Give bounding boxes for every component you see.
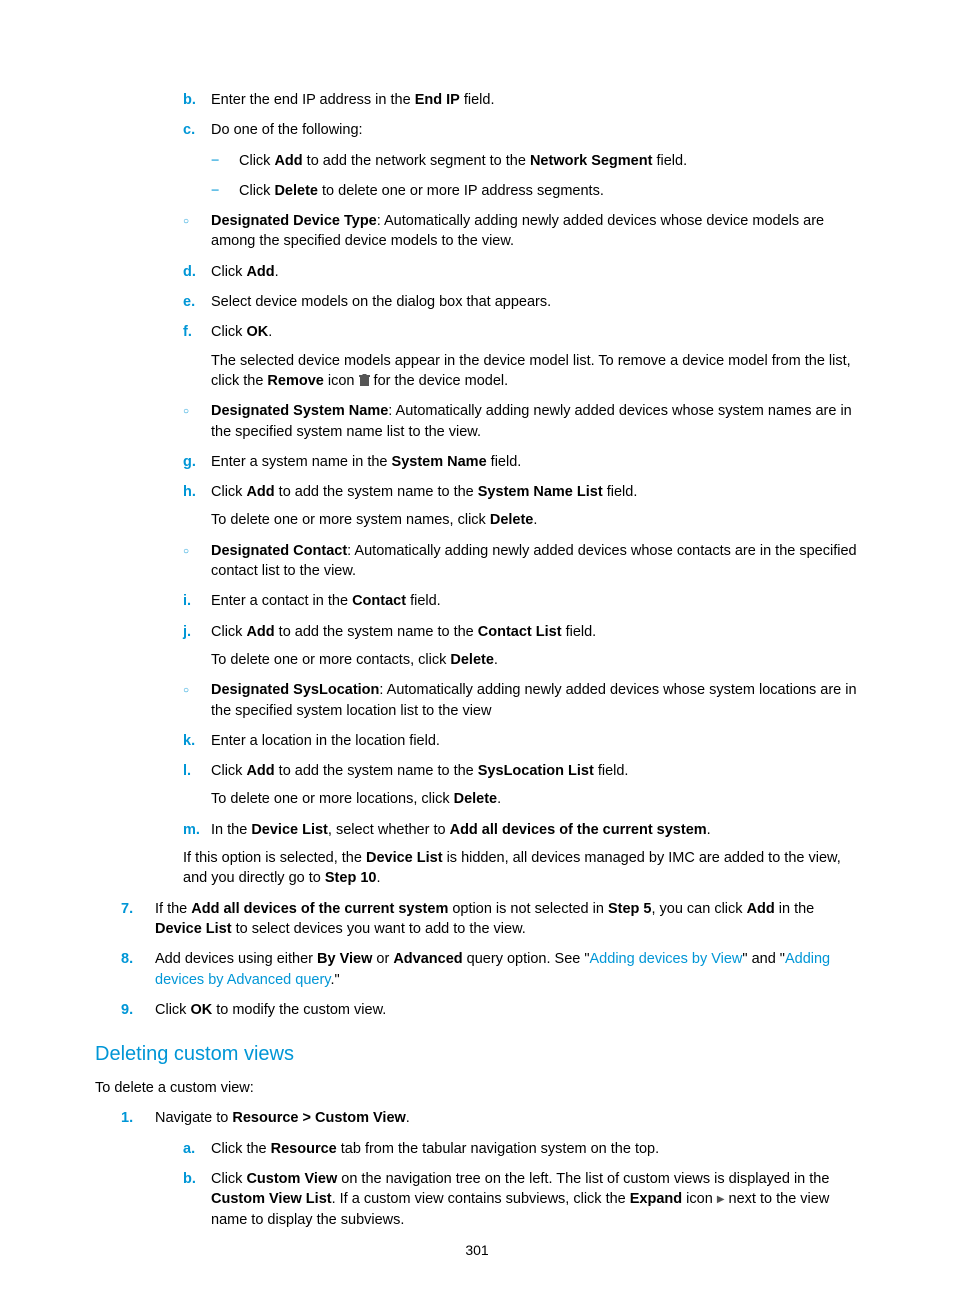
step-g: g. Enter a system name in the System Nam…	[183, 452, 859, 472]
step-f: f. Click OK. The selected device models …	[183, 322, 859, 391]
marker-g: g.	[183, 452, 211, 472]
marker-m: m.	[183, 820, 211, 840]
marker-l: l.	[183, 761, 211, 810]
marker-a: a.	[183, 1139, 211, 1159]
circle-icon: ○	[183, 401, 211, 442]
marker-dash: −	[211, 181, 239, 201]
step-c: c. Do one of the following:	[183, 120, 859, 140]
marker-b: b.	[183, 1169, 211, 1230]
text-b: Enter the end IP address in the End IP f…	[211, 90, 859, 110]
heading-deleting-custom-views: Deleting custom views	[95, 1040, 859, 1068]
circle-icon: ○	[183, 211, 211, 252]
step-b: b. Enter the end IP address in the End I…	[183, 90, 859, 110]
link-adding-by-view[interactable]: Adding devices by View	[590, 951, 743, 967]
marker-e: e.	[183, 292, 211, 312]
step-8: 8. Add devices using either By View or A…	[155, 949, 859, 990]
step-e: e. Select device models on the dialog bo…	[183, 292, 859, 312]
step-c-d2: − Click Delete to delete one or more IP …	[211, 181, 859, 201]
step-d: d. Click Add.	[183, 262, 859, 282]
circle-icon: ○	[183, 541, 211, 582]
step-m-note: If this option is selected, the Device L…	[183, 848, 859, 889]
marker-b: b.	[183, 90, 211, 110]
step-k: k. Enter a location in the location fiel…	[183, 731, 859, 751]
marker-c: c.	[183, 120, 211, 140]
marker-7: 7.	[121, 899, 155, 940]
marker-k: k.	[183, 731, 211, 751]
marker-dash: −	[211, 151, 239, 171]
marker-1: 1.	[121, 1108, 155, 1128]
marker-i: i.	[183, 591, 211, 611]
step-f-cont: The selected device models appear in the…	[211, 351, 859, 392]
step-m: m. In the Device List, select whether to…	[183, 820, 859, 840]
step-7: 7. If the Add all devices of the current…	[155, 899, 859, 940]
trash-icon	[359, 374, 370, 387]
marker-j: j.	[183, 622, 211, 671]
intro-delete: To delete a custom view:	[95, 1078, 859, 1098]
bullet-designated-device-type: ○ Designated Device Type: Automatically …	[183, 211, 859, 252]
bullet-designated-syslocation: ○ Designated SysLocation: Automatically …	[183, 680, 859, 721]
del-step-b: b. Click Custom View on the navigation t…	[183, 1169, 859, 1230]
marker-h: h.	[183, 482, 211, 531]
step-j: j. Click Add to add the system name to t…	[183, 622, 859, 671]
page-number: 301	[0, 1241, 954, 1261]
step-c-d1: − Click Add to add the network segment t…	[211, 151, 859, 171]
step-l: l. Click Add to add the system name to t…	[183, 761, 859, 810]
step-i: i. Enter a contact in the Contact field.	[183, 591, 859, 611]
bullet-designated-contact: ○ Designated Contact: Automatically addi…	[183, 541, 859, 582]
marker-9: 9.	[121, 1000, 155, 1020]
step-9: 9. Click OK to modify the custom view.	[155, 1000, 859, 1020]
marker-8: 8.	[121, 949, 155, 990]
circle-icon: ○	[183, 680, 211, 721]
marker-f: f.	[183, 322, 211, 391]
del-step-a: a. Click the Resource tab from the tabul…	[183, 1139, 859, 1159]
expand-icon: ▶	[717, 1193, 725, 1207]
del-step-1: 1. Navigate to Resource > Custom View.	[155, 1108, 859, 1128]
bullet-designated-system-name: ○ Designated System Name: Automatically …	[183, 401, 859, 442]
step-h: h. Click Add to add the system name to t…	[183, 482, 859, 531]
marker-d: d.	[183, 262, 211, 282]
text-c: Do one of the following:	[211, 120, 859, 140]
